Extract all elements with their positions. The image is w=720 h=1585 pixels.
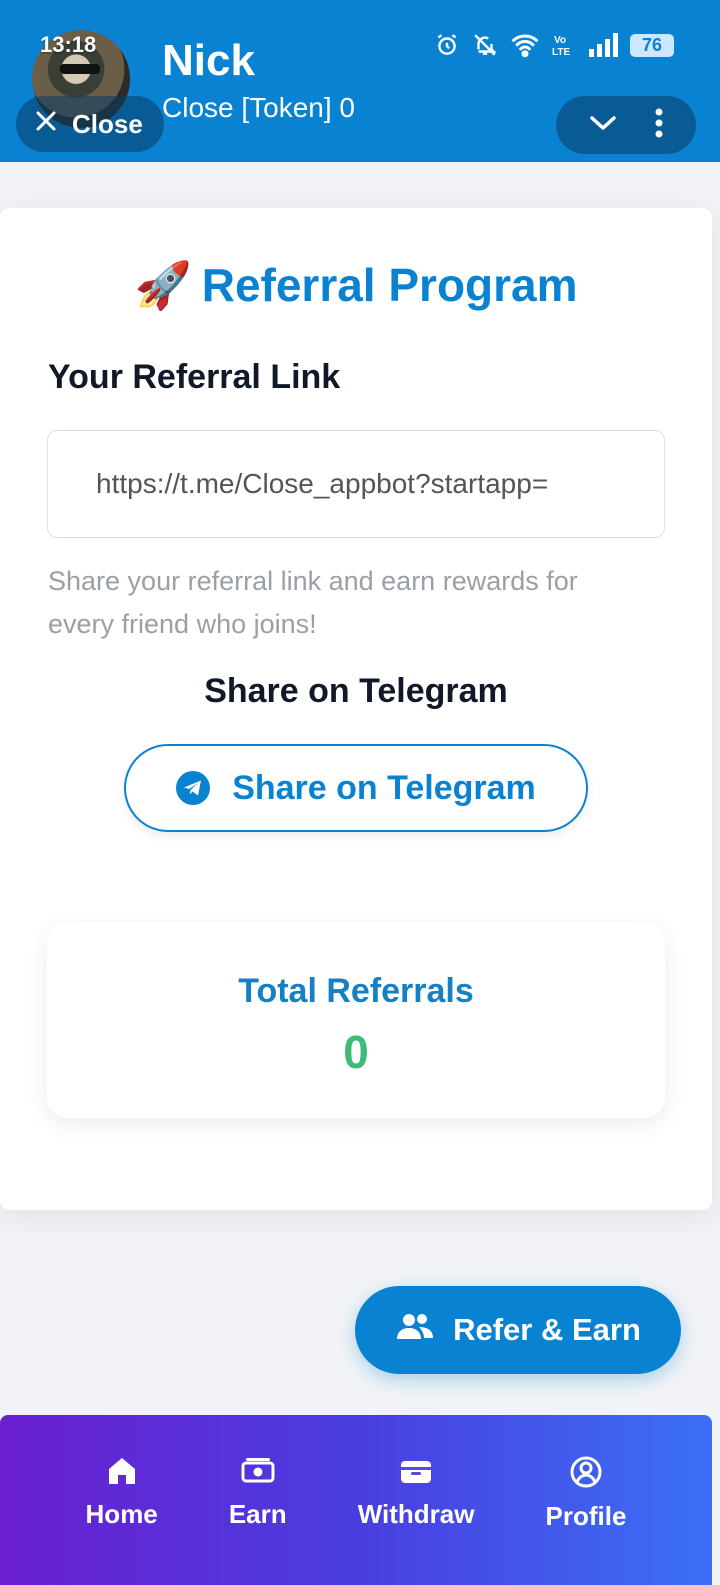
share-telegram-label: Share on Telegram	[232, 768, 536, 807]
status-time: 13:18	[40, 32, 97, 57]
more-vertical-icon[interactable]	[654, 107, 664, 144]
nav-label-profile: Profile	[545, 1501, 627, 1531]
svg-text:LTE: LTE	[552, 47, 570, 58]
total-referrals-card: Total Referrals 0	[47, 922, 665, 1118]
user-circle-icon	[569, 1455, 603, 1489]
chevron-down-icon[interactable]	[588, 113, 618, 138]
refer-earn-label: Refer & Earn	[453, 1312, 641, 1347]
referral-card: 🚀 Referral Program Your Referral Link htt…	[0, 208, 712, 1210]
nav-label-withdraw: Withdraw	[357, 1499, 475, 1529]
bottom-nav: Home Earn Withdraw Profile	[0, 1415, 712, 1585]
header-actions	[556, 96, 696, 154]
status-icons: Vo LTE 76	[434, 32, 674, 58]
money-icon	[241, 1455, 275, 1487]
close-icon	[34, 109, 58, 140]
referral-link-input[interactable]: https://t.me/Close_appbot?startapp=	[47, 430, 665, 538]
user-name: Nick	[162, 36, 255, 85]
alarm-icon	[434, 32, 460, 58]
close-label: Close	[72, 108, 143, 139]
mute-bell-icon	[472, 32, 498, 58]
avatar-glasses	[60, 64, 100, 74]
users-icon	[395, 1311, 435, 1349]
wifi-icon	[510, 32, 540, 58]
close-button[interactable]: Close	[16, 96, 164, 152]
home-icon	[106, 1455, 138, 1487]
signal-icon	[588, 33, 618, 57]
referral-link-label: Your Referral Link	[48, 358, 341, 396]
share-telegram-button[interactable]: Share on Telegram	[124, 744, 588, 832]
nav-item-profile[interactable]: Profile	[545, 1455, 627, 1532]
share-heading: Share on Telegram	[204, 672, 508, 710]
referral-link-value: https://t.me/Close_appbot?startapp=	[96, 468, 549, 499]
telegram-header: 13:18 Nick Close [Token] 0 Vo LTE 76 Clos…	[0, 0, 720, 162]
referral-hint: Share your referral link and earn reward…	[48, 566, 578, 639]
refer-earn-button[interactable]: Refer & Earn	[355, 1286, 681, 1374]
total-referrals-label: Total Referrals	[238, 972, 474, 1010]
total-referrals-value: 0	[343, 1026, 369, 1078]
battery-icon: 76	[630, 33, 674, 57]
nav-item-withdraw[interactable]: Withdraw	[357, 1455, 475, 1530]
rocket-icon: 🚀	[134, 259, 192, 311]
page-title: 🚀 Referral Program	[0, 258, 712, 313]
nav-label-home: Home	[85, 1499, 158, 1529]
nav-item-earn[interactable]: Earn	[229, 1455, 287, 1530]
nav-label-earn: Earn	[228, 1499, 287, 1529]
page-title-text: Referral Program	[201, 259, 578, 311]
volte-icon: Vo LTE	[552, 32, 576, 58]
svg-text:Vo: Vo	[554, 35, 566, 46]
telegram-icon	[176, 771, 211, 805]
nav-item-home[interactable]: Home	[86, 1455, 158, 1530]
wallet-icon	[399, 1455, 433, 1487]
header-subtitle: Close [Token] 0	[162, 92, 355, 123]
